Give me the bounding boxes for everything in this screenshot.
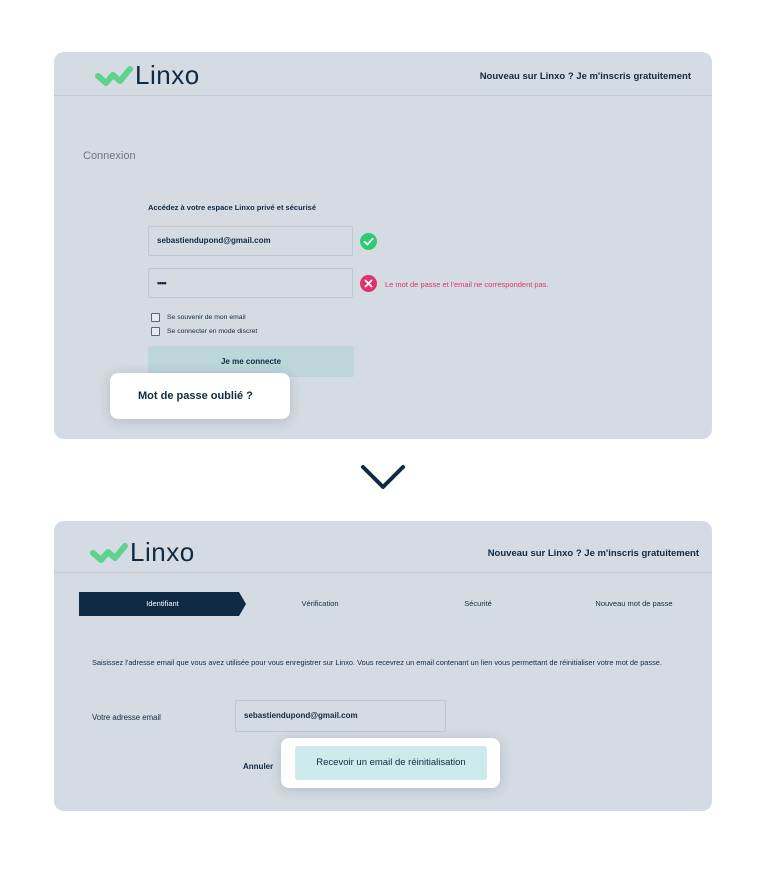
discreet-mode-checkbox[interactable] (151, 327, 160, 336)
remember-email-checkbox[interactable] (151, 313, 160, 322)
linxo-logo[interactable]: Linxo (95, 60, 200, 91)
send-reset-email-button[interactable]: Recevoir un email de réinitialisation (295, 746, 487, 780)
reset-email-field[interactable]: sebastiendupond@gmail.com (235, 700, 446, 732)
cancel-button[interactable]: Annuler (243, 762, 273, 771)
signup-link[interactable]: Nouveau sur Linxo ? Je m'inscris gratuit… (480, 71, 691, 82)
linxo-logo-icon (95, 65, 133, 86)
logo-text: Linxo (135, 60, 200, 90)
page-title: Connexion (83, 150, 136, 162)
logo-text: Linxo (130, 537, 195, 567)
reset-header: Linxo Nouveau sur Linxo ? Je m'inscris g… (54, 521, 712, 573)
step-nouveau-mot-de-passe: Nouveau mot de passe (595, 599, 673, 608)
email-label: Votre adresse email (92, 713, 161, 722)
check-icon (360, 233, 377, 250)
reset-description: Saisissez l'adresse email que vous avez … (92, 658, 662, 667)
remember-email-option[interactable]: Se souvenir de mon email (151, 313, 246, 322)
forgot-password-link[interactable]: Mot de passe oublié ? (138, 390, 253, 402)
linxo-logo[interactable]: Linxo (90, 537, 195, 568)
step-securite: Sécurité (464, 599, 492, 608)
login-intro-text: Accédez à votre espace Linxo privé et sé… (148, 203, 316, 212)
step-identifiant: Identifiant (146, 599, 179, 608)
login-header: Linxo Nouveau sur Linxo ? Je m'inscris g… (54, 52, 712, 96)
linxo-logo-icon (90, 542, 128, 563)
discreet-mode-label: Se connecter en mode discret (167, 328, 258, 335)
chevron-down-icon (361, 465, 405, 489)
error-x-icon (360, 275, 377, 292)
reset-stepper: Identifiant Vérification Sécurité Nouvea… (79, 592, 712, 616)
remember-email-label: Se souvenir de mon email (167, 314, 246, 321)
error-message: Le mot de passe et l'email ne correspond… (385, 280, 549, 289)
reset-button-callout: Recevoir un email de réinitialisation (281, 738, 500, 788)
forgot-password-callout[interactable]: Mot de passe oublié ? (110, 373, 290, 419)
password-field[interactable]: •••• (148, 268, 353, 298)
email-field[interactable]: sebastiendupond@gmail.com (148, 226, 353, 256)
signup-link[interactable]: Nouveau sur Linxo ? Je m'inscris gratuit… (488, 548, 699, 559)
step-verification: Vérification (301, 599, 339, 608)
discreet-mode-option[interactable]: Se connecter en mode discret (151, 327, 257, 336)
